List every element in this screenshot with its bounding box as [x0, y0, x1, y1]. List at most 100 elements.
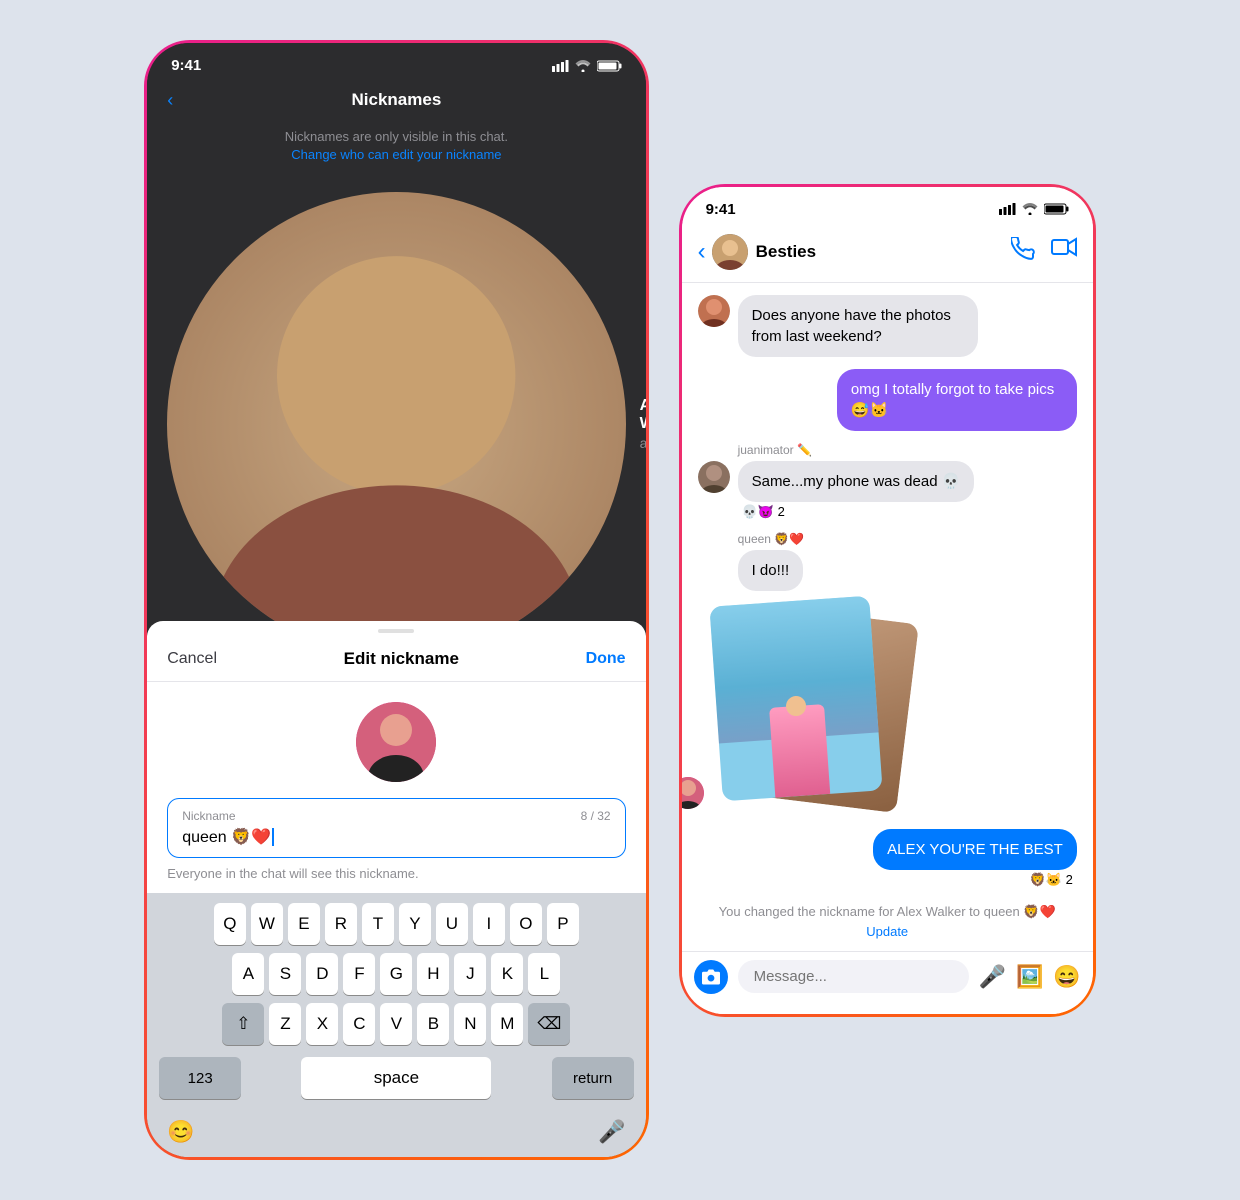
- key-o[interactable]: O: [510, 903, 542, 945]
- avatar-4b: [682, 777, 704, 809]
- key-h[interactable]: H: [417, 953, 449, 995]
- key-d[interactable]: D: [306, 953, 338, 995]
- key-e[interactable]: E: [288, 903, 320, 945]
- phone-icon[interactable]: [1011, 237, 1035, 267]
- key-n[interactable]: N: [454, 1003, 486, 1045]
- message-input[interactable]: [738, 960, 969, 993]
- keyboard-row-1: Q W E R T Y U I O P: [151, 903, 641, 945]
- bubble-1: Does anyone have the photos from last we…: [738, 295, 978, 357]
- nickname-input-area[interactable]: Nickname 8 / 32 queen 🦁❤️: [167, 798, 625, 858]
- sender-name-3: juanimator ✏️: [698, 443, 1077, 457]
- signal-icon: [552, 60, 569, 72]
- key-j[interactable]: J: [454, 953, 486, 995]
- sheet-header: Cancel Edit nickname Done: [147, 633, 645, 682]
- key-v[interactable]: V: [380, 1003, 412, 1045]
- alex-avatar: [167, 192, 625, 655]
- key-c[interactable]: C: [343, 1003, 375, 1045]
- back-button[interactable]: ‹: [167, 90, 173, 111]
- bubble-4: I do!!!: [738, 550, 804, 591]
- key-g[interactable]: G: [380, 953, 412, 995]
- return-key[interactable]: return: [552, 1057, 634, 1099]
- message-row-3: Same...my phone was dead 💀 💀😈 2: [698, 461, 1077, 520]
- photo-front: [709, 595, 882, 801]
- mic-key[interactable]: 🎤: [598, 1119, 625, 1145]
- right-status-icons: [999, 203, 1069, 215]
- reactions-5: 🦁🐱 2: [873, 872, 1077, 888]
- key-a[interactable]: A: [232, 953, 264, 995]
- key-m[interactable]: M: [491, 1003, 523, 1045]
- sticker-button[interactable]: 😄: [1053, 964, 1080, 990]
- key-b[interactable]: B: [417, 1003, 449, 1045]
- alex-display-name: Alex Walker: [640, 397, 646, 433]
- right-time: 9:41: [706, 201, 736, 218]
- nicknames-header: ‹ Nicknames: [147, 82, 645, 122]
- keyboard-row-3: ⇧ Z X C V B N M ⌫: [151, 1003, 641, 1045]
- key-l[interactable]: L: [528, 953, 560, 995]
- message-input-bar: 🎤 🖼️ 😄: [682, 951, 1093, 1014]
- subtitle-text: Nicknames are only visible in this chat.: [285, 129, 508, 144]
- bubble-5: ALEX YOU'RE THE BEST: [873, 829, 1077, 870]
- key-i[interactable]: I: [473, 903, 505, 945]
- avatar-1: [698, 295, 730, 327]
- key-t[interactable]: T: [362, 903, 394, 945]
- key-q[interactable]: Q: [214, 903, 246, 945]
- messages-area: Does anyone have the photos from last we…: [682, 283, 1093, 951]
- chat-back-button[interactable]: ‹: [698, 238, 706, 266]
- shift-key[interactable]: ⇧: [222, 1003, 264, 1045]
- system-message: You changed the nickname for Alex Walker…: [698, 900, 1077, 924]
- nickname-label: Nickname: [182, 809, 610, 823]
- nickname-item-alex[interactable]: Alex Walker alex.anyways ›: [147, 180, 645, 668]
- chat-actions: [1011, 237, 1077, 267]
- cancel-button[interactable]: Cancel: [167, 650, 217, 668]
- right-status-bar: 9:41: [682, 187, 1093, 226]
- subtitle-link[interactable]: Change who can edit your nickname: [291, 147, 501, 162]
- alex-username: alex.anyways: [640, 435, 646, 451]
- battery-icon: [597, 60, 622, 72]
- left-status-bar: 9:41: [147, 43, 645, 82]
- nickname-hint: Everyone in the chat will see this nickn…: [147, 858, 645, 881]
- nicknames-title: Nicknames: [352, 90, 442, 110]
- left-phone-screen: 9:41: [147, 43, 645, 1157]
- update-link[interactable]: Update: [698, 924, 1077, 939]
- right-phone-wrapper: 9:41: [679, 184, 1096, 1017]
- mic-button[interactable]: 🎤: [979, 964, 1006, 990]
- key-s[interactable]: S: [269, 953, 301, 995]
- key-z[interactable]: Z: [269, 1003, 301, 1045]
- key-u[interactable]: U: [436, 903, 468, 945]
- key-x[interactable]: X: [306, 1003, 338, 1045]
- key-y[interactable]: Y: [399, 903, 431, 945]
- nicknames-subtitle: Nicknames are only visible in this chat.…: [147, 122, 645, 180]
- bubble-2: omg I totally forgot to take pics 😅🐱: [837, 369, 1077, 431]
- backspace-key[interactable]: ⌫: [528, 1003, 570, 1045]
- key-w[interactable]: W: [251, 903, 283, 945]
- emoji-key[interactable]: 😊: [167, 1119, 194, 1145]
- numbers-key[interactable]: 123: [159, 1057, 241, 1099]
- left-phone-wrapper: 9:41: [144, 40, 648, 1160]
- keyboard-bottom-row: 123 space return: [151, 1053, 641, 1115]
- key-k[interactable]: K: [491, 953, 523, 995]
- key-f[interactable]: F: [343, 953, 375, 995]
- video-icon[interactable]: [1051, 237, 1077, 267]
- key-p[interactable]: P: [547, 903, 579, 945]
- sheet-avatar-area: [147, 682, 645, 798]
- key-r[interactable]: R: [325, 903, 357, 945]
- alex-info: Alex Walker alex.anyways: [640, 397, 646, 451]
- system-message-area: You changed the nickname for Alex Walker…: [698, 900, 1077, 939]
- right-phone-screen: 9:41: [682, 187, 1093, 1014]
- sheet-title: Edit nickname: [344, 649, 459, 669]
- sender-name-4: queen 🦁❤️: [698, 532, 1077, 546]
- camera-button[interactable]: [694, 960, 728, 994]
- keyboard-row-2: A S D F G H J K L: [151, 953, 641, 995]
- message-row-1: Does anyone have the photos from last we…: [698, 295, 1077, 357]
- chat-title: Besties: [756, 242, 1011, 262]
- message-row-5: ALEX YOU'RE THE BEST 🦁🐱 2: [698, 829, 1077, 888]
- left-time: 9:41: [171, 57, 201, 74]
- space-key[interactable]: space: [301, 1057, 491, 1099]
- group-avatar: [712, 234, 748, 270]
- done-button[interactable]: Done: [586, 650, 626, 668]
- reactions-3: 💀😈 2: [738, 504, 975, 520]
- photo-button[interactable]: 🖼️: [1016, 964, 1043, 990]
- bubble-3: Same...my phone was dead 💀: [738, 461, 975, 502]
- message-group-4: queen 🦁❤️ I do!!!: [698, 532, 1077, 809]
- chat-header: ‹ Besties: [682, 226, 1093, 283]
